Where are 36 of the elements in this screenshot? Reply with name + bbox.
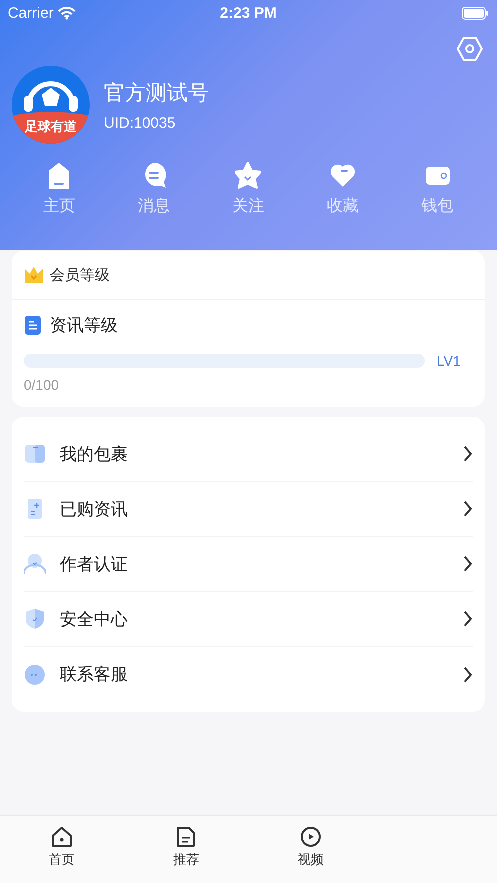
card-title: 会员等级 xyxy=(50,266,110,284)
level-title: 资讯等级 xyxy=(50,315,118,337)
wifi-icon xyxy=(58,6,76,20)
menu-item[interactable]: 安全中心 xyxy=(24,592,473,647)
chevron-icon xyxy=(463,556,473,572)
document-icon xyxy=(24,315,42,336)
crown-icon xyxy=(24,266,44,284)
star-icon xyxy=(235,162,262,190)
user-id: UID:10035 xyxy=(104,114,177,132)
heart-icon xyxy=(330,162,356,190)
chat-icon xyxy=(24,664,46,686)
menu-item[interactable]: 已购资讯 xyxy=(24,482,473,537)
chevron-icon xyxy=(463,666,473,682)
settings-icon[interactable] xyxy=(457,36,483,62)
battery-icon xyxy=(462,6,490,20)
chevron-icon xyxy=(463,611,473,627)
status-time: 2:23 PM xyxy=(220,4,277,22)
shield-icon xyxy=(24,608,46,630)
level-label: LV1 xyxy=(437,353,462,369)
person-icon xyxy=(24,553,46,575)
tab-item[interactable]: 首页 xyxy=(0,816,124,883)
doc-icon xyxy=(175,826,198,848)
chevron-icon xyxy=(463,446,473,462)
box-icon xyxy=(24,443,46,465)
avatar-label: 足球有道 xyxy=(24,118,78,136)
menu-item[interactable]: 我的包裹 xyxy=(24,427,473,482)
user-name: 官方测试号 xyxy=(104,80,209,106)
tab-item[interactable]: 推荐 xyxy=(124,816,249,883)
menu-item[interactable]: 作者认证 xyxy=(24,537,473,592)
home-icon xyxy=(51,826,74,848)
chevron-icon xyxy=(463,501,473,517)
carrier-text: Carrier xyxy=(8,4,54,22)
progress-text: 0/100 xyxy=(24,377,60,393)
tab-item[interactable]: 视频 xyxy=(248,816,373,883)
play-icon xyxy=(300,826,322,848)
menu-item[interactable]: 联系客服 xyxy=(24,647,473,702)
